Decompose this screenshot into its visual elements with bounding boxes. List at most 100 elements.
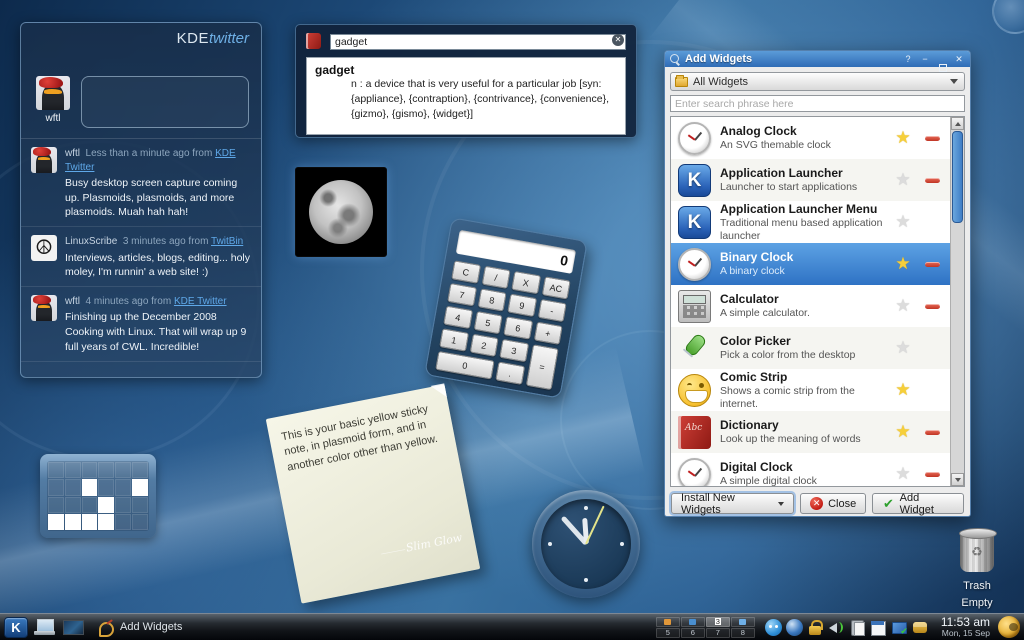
dialog-titlebar[interactable]: Add Widgets ? − ✕ <box>665 51 970 67</box>
calc-key-8[interactable]: 4 <box>443 306 472 329</box>
pager-cell[interactable]: 7 <box>706 628 730 638</box>
kopete-tray-icon[interactable] <box>765 619 782 636</box>
clear-search-icon[interactable]: ✕ <box>612 34 624 46</box>
pager-cell[interactable]: 6 <box>681 628 705 638</box>
widget-list-item[interactable]: KApplication LauncherLauncher to start a… <box>671 159 950 201</box>
trash-widget[interactable]: Trash Empty <box>944 532 1010 611</box>
widget-list-item[interactable]: KApplication Launcher MenuTraditional me… <box>671 201 950 243</box>
lock-tray-icon[interactable] <box>807 619 824 636</box>
scroll-up-icon[interactable] <box>951 117 964 130</box>
system-settings-icon[interactable] <box>34 618 56 637</box>
digital-clock[interactable]: 11:53 am Mon, 15 Sep <box>941 616 990 639</box>
tweet-source-link[interactable]: TwitBin <box>211 236 243 247</box>
pager-cell[interactable]: 5 <box>656 628 680 638</box>
pager-cell[interactable] <box>731 617 755 627</box>
tweet-list: wftl Less than a minute ago from KDE Twi… <box>21 139 261 362</box>
widget-item-name: Dictionary <box>720 418 884 433</box>
pager-cell[interactable] <box>656 617 680 627</box>
remove-widget-icon[interactable] <box>925 472 940 477</box>
favorite-star-icon[interactable]: ★ <box>893 170 913 190</box>
desktop-toolbox-cashew-icon[interactable] <box>992 0 1024 34</box>
widget-list-item[interactable]: DictionaryLook up the meaning of words★ <box>671 411 950 453</box>
pager-cell[interactable]: 8 <box>731 628 755 638</box>
remove-widget-icon[interactable] <box>925 304 940 309</box>
minimize-button[interactable]: − <box>919 51 931 67</box>
widget-item-desc: Launcher to start applications <box>720 181 884 194</box>
help-button[interactable]: ? <box>902 51 914 67</box>
widget-item-name: Application Launcher Menu <box>720 202 884 217</box>
calc-key-10[interactable]: 6 <box>503 316 532 339</box>
volume-tray-icon[interactable] <box>828 619 845 636</box>
favorite-star-icon[interactable]: ★ <box>893 464 913 484</box>
favorite-star-icon[interactable]: ★ <box>893 254 913 274</box>
remove-widget-icon[interactable] <box>925 262 940 267</box>
tweet-source-link[interactable]: KDE Twitter <box>174 296 227 307</box>
remove-widget-icon[interactable] <box>925 136 940 141</box>
calc-key-3[interactable]: AC <box>541 276 570 299</box>
calc-key-5[interactable]: 8 <box>477 288 506 311</box>
calc-key-6[interactable]: 9 <box>507 294 536 317</box>
widget-list-item[interactable]: Analog ClockAn SVG themable clock★ <box>671 117 950 159</box>
organizer-tray-icon[interactable] <box>870 619 887 636</box>
penguin-avatar <box>31 295 57 321</box>
moon-widget <box>295 167 387 257</box>
globe-tray-icon[interactable] <box>786 619 803 636</box>
calc-key-12[interactable]: 1 <box>439 328 468 351</box>
close-button[interactable]: Close <box>800 493 866 514</box>
install-new-widgets-button[interactable]: Install New Widgets <box>671 493 794 514</box>
favorite-star-icon[interactable]: ★ <box>893 296 913 316</box>
calc-key-15[interactable]: = <box>525 344 558 390</box>
scrollbar-thumb[interactable] <box>952 131 963 223</box>
calc-key-17[interactable]: . <box>495 362 524 385</box>
widget-search-input[interactable] <box>670 95 965 112</box>
widget-list-item[interactable]: CalculatorA simple calculator.★ <box>671 285 950 327</box>
tweet-compose-input[interactable] <box>81 76 249 128</box>
calc-key-13[interactable]: 2 <box>469 334 498 357</box>
calc-key-11[interactable]: + <box>533 322 562 345</box>
favorite-star-icon[interactable]: ★ <box>893 338 913 358</box>
widget-list-item[interactable]: Color PickerPick a color from the deskto… <box>671 327 950 369</box>
remove-widget-icon[interactable] <box>925 178 940 183</box>
clock-time: 11:53 am <box>941 616 990 629</box>
remove-widget-icon[interactable] <box>925 430 940 435</box>
calc-key-7[interactable]: - <box>537 299 566 322</box>
favorite-star-icon[interactable]: ★ <box>893 422 913 442</box>
add-widget-button[interactable]: Add Widget <box>872 493 964 514</box>
trash-icon[interactable] <box>960 532 994 572</box>
calc-key-1[interactable]: / <box>481 266 510 289</box>
scrollbar[interactable] <box>950 117 964 486</box>
widget-list-item[interactable]: Comic StripShows a comic strip from the … <box>671 369 950 411</box>
klipper-tray-icon[interactable] <box>849 619 866 636</box>
wallet-tray-icon[interactable] <box>912 619 929 636</box>
close-window-button[interactable]: ✕ <box>953 51 965 67</box>
favorite-star-icon[interactable]: ★ <box>893 212 913 232</box>
moon-image <box>309 180 373 244</box>
color-picker-icon <box>678 332 711 365</box>
calc-key-9[interactable]: 5 <box>473 311 502 334</box>
dictionary-search-input[interactable] <box>330 34 626 50</box>
scroll-down-icon[interactable] <box>951 473 964 486</box>
panel-toolbox-cashew-icon[interactable] <box>998 616 1020 638</box>
pager-cell[interactable]: 3 <box>706 617 730 627</box>
calc-key-4[interactable]: 7 <box>447 283 476 306</box>
calc-key-2[interactable]: X <box>511 271 540 294</box>
window-thumbnail <box>664 619 671 625</box>
widget-item-desc: A binary clock <box>720 265 884 278</box>
calc-key-14[interactable]: 3 <box>499 339 528 362</box>
widget-item-desc: Pick a color from the desktop <box>720 349 884 362</box>
taskbar-task-add-widgets[interactable]: Add Widgets <box>90 616 190 639</box>
remote-tray-icon[interactable] <box>891 619 908 636</box>
remove-slot <box>922 262 942 267</box>
chevron-down-icon <box>778 502 784 506</box>
sticky-note-widget[interactable]: This is your basic yellow sticky note, i… <box>266 384 481 603</box>
calc-key-0[interactable]: C <box>451 260 480 283</box>
favorite-star-icon[interactable]: ★ <box>893 380 913 400</box>
widget-list-item[interactable]: Binary ClockA binary clock★ <box>671 243 950 285</box>
widget-list-item[interactable]: Digital ClockA simple digital clock★ <box>671 453 950 487</box>
show-desktop-icon[interactable] <box>62 619 84 636</box>
kmenu-launcher-button[interactable]: K <box>4 617 28 638</box>
favorite-star-icon[interactable]: ★ <box>893 128 913 148</box>
calculator-keys: C/XAC789-456+123=0. <box>435 260 570 390</box>
widget-filter-dropdown[interactable]: All Widgets <box>670 72 965 91</box>
pager-cell[interactable] <box>681 617 705 627</box>
